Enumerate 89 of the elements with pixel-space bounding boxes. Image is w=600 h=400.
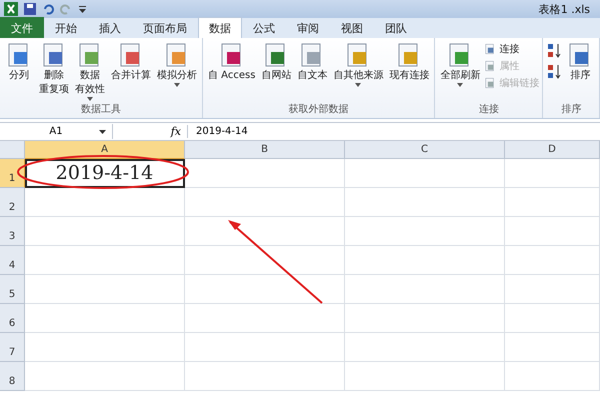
sheet-cell[interactable] — [25, 333, 185, 362]
ribbon-tab[interactable]: 页面布局 — [132, 17, 198, 38]
caret-icon — [457, 83, 464, 87]
sheet-cell[interactable] — [505, 362, 600, 391]
sheet-cell[interactable] — [185, 275, 345, 304]
sheet-cell[interactable] — [185, 333, 345, 362]
ribbon-button[interactable]: 自文本 — [295, 40, 330, 102]
column-header[interactable]: D — [505, 141, 600, 159]
undo-icon[interactable] — [42, 3, 54, 15]
sheet-cell[interactable] — [185, 304, 345, 333]
save-icon[interactable] — [24, 3, 36, 15]
group-label: 数据工具 — [80, 103, 122, 117]
sheet-cell[interactable] — [25, 246, 185, 275]
row-header[interactable]: 2 — [0, 188, 25, 217]
sheet-cell[interactable] — [345, 362, 505, 391]
spreadsheet-logo-icon — [4, 2, 18, 16]
ribbon-button[interactable]: 自其他来源 — [331, 40, 386, 102]
sheet-cell[interactable] — [345, 217, 505, 246]
sheet-cell[interactable] — [505, 217, 600, 246]
tool-icon — [484, 60, 496, 72]
sheet-cell[interactable] — [345, 246, 505, 275]
sheet-cell[interactable]: 2019-4-14 — [25, 159, 185, 188]
sheet-cell[interactable] — [505, 246, 600, 275]
sheet-cell[interactable] — [25, 217, 185, 246]
row-header[interactable]: 1 — [0, 159, 25, 188]
ribbon-tab[interactable]: 公式 — [242, 17, 286, 38]
column-header[interactable]: C — [345, 141, 505, 159]
row-header[interactable]: 8 — [0, 362, 25, 391]
sheet-cell[interactable] — [185, 362, 345, 391]
ribbon-tab[interactable]: 审阅 — [286, 17, 330, 38]
row-header[interactable]: 5 — [0, 275, 25, 304]
ribbon-tab[interactable]: 团队 — [374, 17, 418, 38]
row-header[interactable]: 7 — [0, 333, 25, 362]
function-button[interactable]: fx — [113, 125, 188, 138]
caret-icon — [87, 97, 93, 101]
sheet-cell[interactable] — [505, 333, 600, 362]
row-header[interactable]: 3 — [0, 217, 25, 246]
sheet-cell[interactable] — [185, 188, 345, 217]
row-header[interactable]: 4 — [0, 246, 25, 275]
ribbon-tab[interactable]: 文件 — [0, 17, 44, 38]
ribbon-button[interactable]: 自网站 — [259, 40, 294, 102]
sheet-cell[interactable] — [345, 275, 505, 304]
sheet-cell[interactable] — [185, 159, 345, 188]
ribbon-tab[interactable]: 数据 — [198, 17, 242, 38]
ribbon-button[interactable]: 删除 重复项 — [37, 40, 71, 102]
ribbon-tab[interactable]: 开始 — [44, 17, 88, 38]
sheet-cell[interactable] — [505, 188, 600, 217]
caret-icon — [99, 130, 106, 134]
sort-ascending-icon[interactable] — [546, 42, 562, 60]
sheet-cell[interactable] — [345, 188, 505, 217]
sheet-cell[interactable] — [505, 275, 600, 304]
tool-icon — [484, 77, 496, 89]
formula-input[interactable]: 2019-4-14 — [188, 126, 248, 137]
ribbon-button[interactable]: 合并计算 — [109, 40, 153, 102]
sheet-cell[interactable] — [25, 188, 185, 217]
column-header[interactable]: A — [25, 141, 185, 159]
sheet-cell[interactable] — [345, 333, 505, 362]
ribbon-button[interactable]: 模拟分析 — [155, 40, 199, 102]
window-title: 表格1 .xls — [538, 2, 590, 16]
ribbon-button[interactable]: 全部刷新 — [438, 40, 482, 102]
customize-toolbar-icon[interactable] — [78, 3, 87, 15]
sheet-cell[interactable] — [505, 304, 600, 333]
sheet-cell[interactable] — [25, 304, 185, 333]
group-label: 连接 — [478, 102, 500, 117]
ribbon-button[interactable]: 现有连接 — [387, 40, 432, 102]
column-header[interactable]: B — [185, 141, 345, 159]
select-all-corner[interactable] — [0, 141, 25, 159]
name-box[interactable]: A1 — [0, 124, 113, 139]
group-label: 排序 — [560, 102, 582, 117]
ribbon-tab[interactable]: 视图 — [330, 17, 374, 38]
ribbon-button[interactable]: 数据 有效性 — [73, 40, 107, 102]
ribbon-small-button[interactable]: 连接 — [484, 42, 540, 56]
row-header[interactable]: 6 — [0, 304, 25, 333]
sheet-cell[interactable] — [345, 159, 505, 188]
tool-icon — [484, 43, 496, 55]
redo-icon[interactable] — [60, 3, 72, 15]
ribbon-button[interactable]: 分列 — [3, 40, 35, 102]
sort-descending-icon[interactable] — [546, 63, 562, 81]
sheet-cell[interactable] — [345, 304, 505, 333]
ribbon-button[interactable]: 排序 — [564, 40, 596, 102]
sheet-cell[interactable] — [505, 159, 600, 188]
caret-icon — [174, 83, 180, 87]
sheet-cell[interactable] — [25, 275, 185, 304]
ribbon-button[interactable]: 自 Access — [206, 40, 258, 102]
ribbon-tab[interactable]: 插入 — [88, 17, 132, 38]
caret-icon — [355, 83, 362, 87]
sheet-cell[interactable] — [185, 246, 345, 275]
sheet-cell[interactable] — [25, 362, 185, 391]
group-label: 获取外部数据 — [288, 102, 350, 117]
